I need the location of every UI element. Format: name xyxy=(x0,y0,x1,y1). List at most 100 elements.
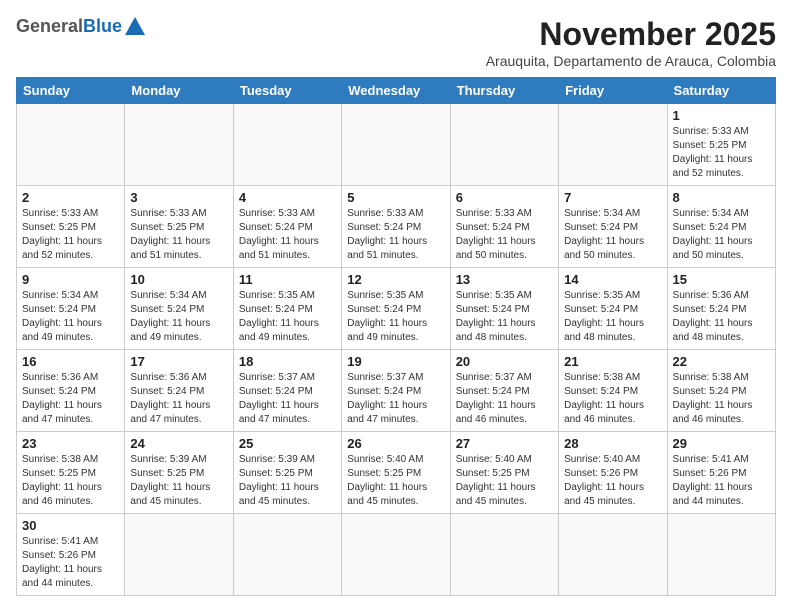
calendar-cell: 2 Sunrise: 5:33 AM Sunset: 5:25 PM Daylig… xyxy=(17,186,125,268)
day-number: 25 xyxy=(239,436,336,451)
cell-info: Sunrise: 5:40 AM Sunset: 5:25 PM Dayligh… xyxy=(456,453,553,509)
cell-info: Sunrise: 5:39 AM Sunset: 5:25 PM Dayligh… xyxy=(130,453,227,509)
weekday-header-saturday: Saturday xyxy=(667,78,775,104)
cell-info: Sunrise: 5:34 AM Sunset: 5:24 PM Dayligh… xyxy=(22,289,119,345)
location-subtitle: Arauquita, Departamento de Arauca, Colom… xyxy=(486,53,776,69)
calendar-cell: 11 Sunrise: 5:35 AM Sunset: 5:24 PM Dayli… xyxy=(233,268,341,350)
calendar-cell: 7Sunrise: 5:34 AM Sunset: 5:24 PM Daylig… xyxy=(559,186,667,268)
cell-info: Sunrise: 5:35 AM Sunset: 5:24 PM Dayligh… xyxy=(564,289,661,345)
day-number: 9 xyxy=(22,272,119,287)
cell-info: Sunrise: 5:38 AM Sunset: 5:24 PM Dayligh… xyxy=(673,371,770,427)
day-number: 23 xyxy=(22,436,119,451)
calendar-week-row: 16 Sunrise: 5:36 AM Sunset: 5:24 PM Dayli… xyxy=(17,350,776,432)
cell-info: Sunrise: 5:37 AM Sunset: 5:24 PM Dayligh… xyxy=(456,371,553,427)
day-number: 8 xyxy=(673,190,770,205)
logo-blue-text: Blue xyxy=(83,16,122,37)
calendar-week-row: 30Sunrise: 5:41 AM Sunset: 5:26 PM Dayli… xyxy=(17,514,776,596)
cell-info: Sunrise: 5:36 AM Sunset: 5:24 PM Dayligh… xyxy=(673,289,770,345)
cell-info: Sunrise: 5:40 AM Sunset: 5:26 PM Dayligh… xyxy=(564,453,661,509)
cell-info: Sunrise: 5:36 AM Sunset: 5:24 PM Dayligh… xyxy=(130,371,227,427)
day-number: 17 xyxy=(130,354,227,369)
cell-info: Sunrise: 5:36 AM Sunset: 5:24 PM Dayligh… xyxy=(22,371,119,427)
calendar-cell: 10 Sunrise: 5:34 AM Sunset: 5:24 PM Dayli… xyxy=(125,268,233,350)
calendar-week-row: 9 Sunrise: 5:34 AM Sunset: 5:24 PM Daylig… xyxy=(17,268,776,350)
cell-info: Sunrise: 5:33 AM Sunset: 5:25 PM Dayligh… xyxy=(673,125,770,181)
cell-info: Sunrise: 5:35 AM Sunset: 5:24 PM Dayligh… xyxy=(347,289,444,345)
calendar-cell: 27 Sunrise: 5:40 AM Sunset: 5:25 PM Dayli… xyxy=(450,432,558,514)
cell-info: Sunrise: 5:41 AM Sunset: 5:26 PM Dayligh… xyxy=(22,535,119,591)
calendar-cell xyxy=(233,104,341,186)
calendar-cell xyxy=(125,514,233,596)
day-number: 21 xyxy=(564,354,661,369)
calendar-cell: 12 Sunrise: 5:35 AM Sunset: 5:24 PM Dayli… xyxy=(342,268,450,350)
day-number: 27 xyxy=(456,436,553,451)
cell-info: Sunrise: 5:39 AM Sunset: 5:25 PM Dayligh… xyxy=(239,453,336,509)
day-number: 3 xyxy=(130,190,227,205)
logo-general-text: General xyxy=(16,16,83,37)
calendar-cell: 23Sunrise: 5:38 AM Sunset: 5:25 PM Dayli… xyxy=(17,432,125,514)
weekday-header-monday: Monday xyxy=(125,78,233,104)
calendar-week-row: 23Sunrise: 5:38 AM Sunset: 5:25 PM Dayli… xyxy=(17,432,776,514)
cell-info: Sunrise: 5:33 AM Sunset: 5:25 PM Dayligh… xyxy=(130,207,227,263)
calendar-cell xyxy=(559,104,667,186)
weekday-header-wednesday: Wednesday xyxy=(342,78,450,104)
calendar-cell: 5Sunrise: 5:33 AM Sunset: 5:24 PM Daylig… xyxy=(342,186,450,268)
calendar-cell: 8 Sunrise: 5:34 AM Sunset: 5:24 PM Daylig… xyxy=(667,186,775,268)
day-number: 7 xyxy=(564,190,661,205)
day-number: 11 xyxy=(239,272,336,287)
day-number: 2 xyxy=(22,190,119,205)
calendar-cell: 18 Sunrise: 5:37 AM Sunset: 5:24 PM Dayli… xyxy=(233,350,341,432)
calendar-cell xyxy=(125,104,233,186)
calendar-cell: 6Sunrise: 5:33 AM Sunset: 5:24 PM Daylig… xyxy=(450,186,558,268)
cell-info: Sunrise: 5:33 AM Sunset: 5:24 PM Dayligh… xyxy=(239,207,336,263)
day-number: 15 xyxy=(673,272,770,287)
calendar-header-row: SundayMondayTuesdayWednesdayThursdayFrid… xyxy=(17,78,776,104)
calendar-cell: 9 Sunrise: 5:34 AM Sunset: 5:24 PM Daylig… xyxy=(17,268,125,350)
calendar-cell xyxy=(342,104,450,186)
day-number: 20 xyxy=(456,354,553,369)
logo-triangle-icon xyxy=(125,17,145,35)
day-number: 24 xyxy=(130,436,227,451)
day-number: 22 xyxy=(673,354,770,369)
calendar-cell: 24 Sunrise: 5:39 AM Sunset: 5:25 PM Dayli… xyxy=(125,432,233,514)
calendar-cell xyxy=(667,514,775,596)
calendar-cell xyxy=(17,104,125,186)
weekday-header-tuesday: Tuesday xyxy=(233,78,341,104)
day-number: 13 xyxy=(456,272,553,287)
calendar-cell: 28Sunrise: 5:40 AM Sunset: 5:26 PM Dayli… xyxy=(559,432,667,514)
day-number: 14 xyxy=(564,272,661,287)
cell-info: Sunrise: 5:37 AM Sunset: 5:24 PM Dayligh… xyxy=(347,371,444,427)
calendar-cell: 26Sunrise: 5:40 AM Sunset: 5:25 PM Dayli… xyxy=(342,432,450,514)
calendar-week-row: 1Sunrise: 5:33 AM Sunset: 5:25 PM Daylig… xyxy=(17,104,776,186)
cell-info: Sunrise: 5:34 AM Sunset: 5:24 PM Dayligh… xyxy=(673,207,770,263)
cell-info: Sunrise: 5:33 AM Sunset: 5:24 PM Dayligh… xyxy=(347,207,444,263)
cell-info: Sunrise: 5:33 AM Sunset: 5:25 PM Dayligh… xyxy=(22,207,119,263)
cell-info: Sunrise: 5:37 AM Sunset: 5:24 PM Dayligh… xyxy=(239,371,336,427)
day-number: 18 xyxy=(239,354,336,369)
calendar-cell: 21 Sunrise: 5:38 AM Sunset: 5:24 PM Dayli… xyxy=(559,350,667,432)
cell-info: Sunrise: 5:38 AM Sunset: 5:24 PM Dayligh… xyxy=(564,371,661,427)
calendar-cell xyxy=(450,514,558,596)
cell-info: Sunrise: 5:35 AM Sunset: 5:24 PM Dayligh… xyxy=(239,289,336,345)
day-number: 29 xyxy=(673,436,770,451)
day-number: 12 xyxy=(347,272,444,287)
calendar-cell: 22 Sunrise: 5:38 AM Sunset: 5:24 PM Dayli… xyxy=(667,350,775,432)
cell-info: Sunrise: 5:35 AM Sunset: 5:24 PM Dayligh… xyxy=(456,289,553,345)
cell-info: Sunrise: 5:34 AM Sunset: 5:24 PM Dayligh… xyxy=(130,289,227,345)
calendar-cell: 30Sunrise: 5:41 AM Sunset: 5:26 PM Dayli… xyxy=(17,514,125,596)
day-number: 10 xyxy=(130,272,227,287)
calendar-cell: 25 Sunrise: 5:39 AM Sunset: 5:25 PM Dayli… xyxy=(233,432,341,514)
calendar-cell: 14 Sunrise: 5:35 AM Sunset: 5:24 PM Dayli… xyxy=(559,268,667,350)
calendar-cell: 16 Sunrise: 5:36 AM Sunset: 5:24 PM Dayli… xyxy=(17,350,125,432)
day-number: 16 xyxy=(22,354,119,369)
logo: General Blue xyxy=(16,16,145,37)
calendar-cell: 29Sunrise: 5:41 AM Sunset: 5:26 PM Dayli… xyxy=(667,432,775,514)
calendar-cell: 1Sunrise: 5:33 AM Sunset: 5:25 PM Daylig… xyxy=(667,104,775,186)
calendar-table: SundayMondayTuesdayWednesdayThursdayFrid… xyxy=(16,77,776,596)
day-number: 6 xyxy=(456,190,553,205)
title-area: November 2025 Arauquita, Departamento de… xyxy=(486,16,776,69)
day-number: 4 xyxy=(239,190,336,205)
cell-info: Sunrise: 5:40 AM Sunset: 5:25 PM Dayligh… xyxy=(347,453,444,509)
calendar-cell xyxy=(450,104,558,186)
calendar-cell: 13 Sunrise: 5:35 AM Sunset: 5:24 PM Dayli… xyxy=(450,268,558,350)
